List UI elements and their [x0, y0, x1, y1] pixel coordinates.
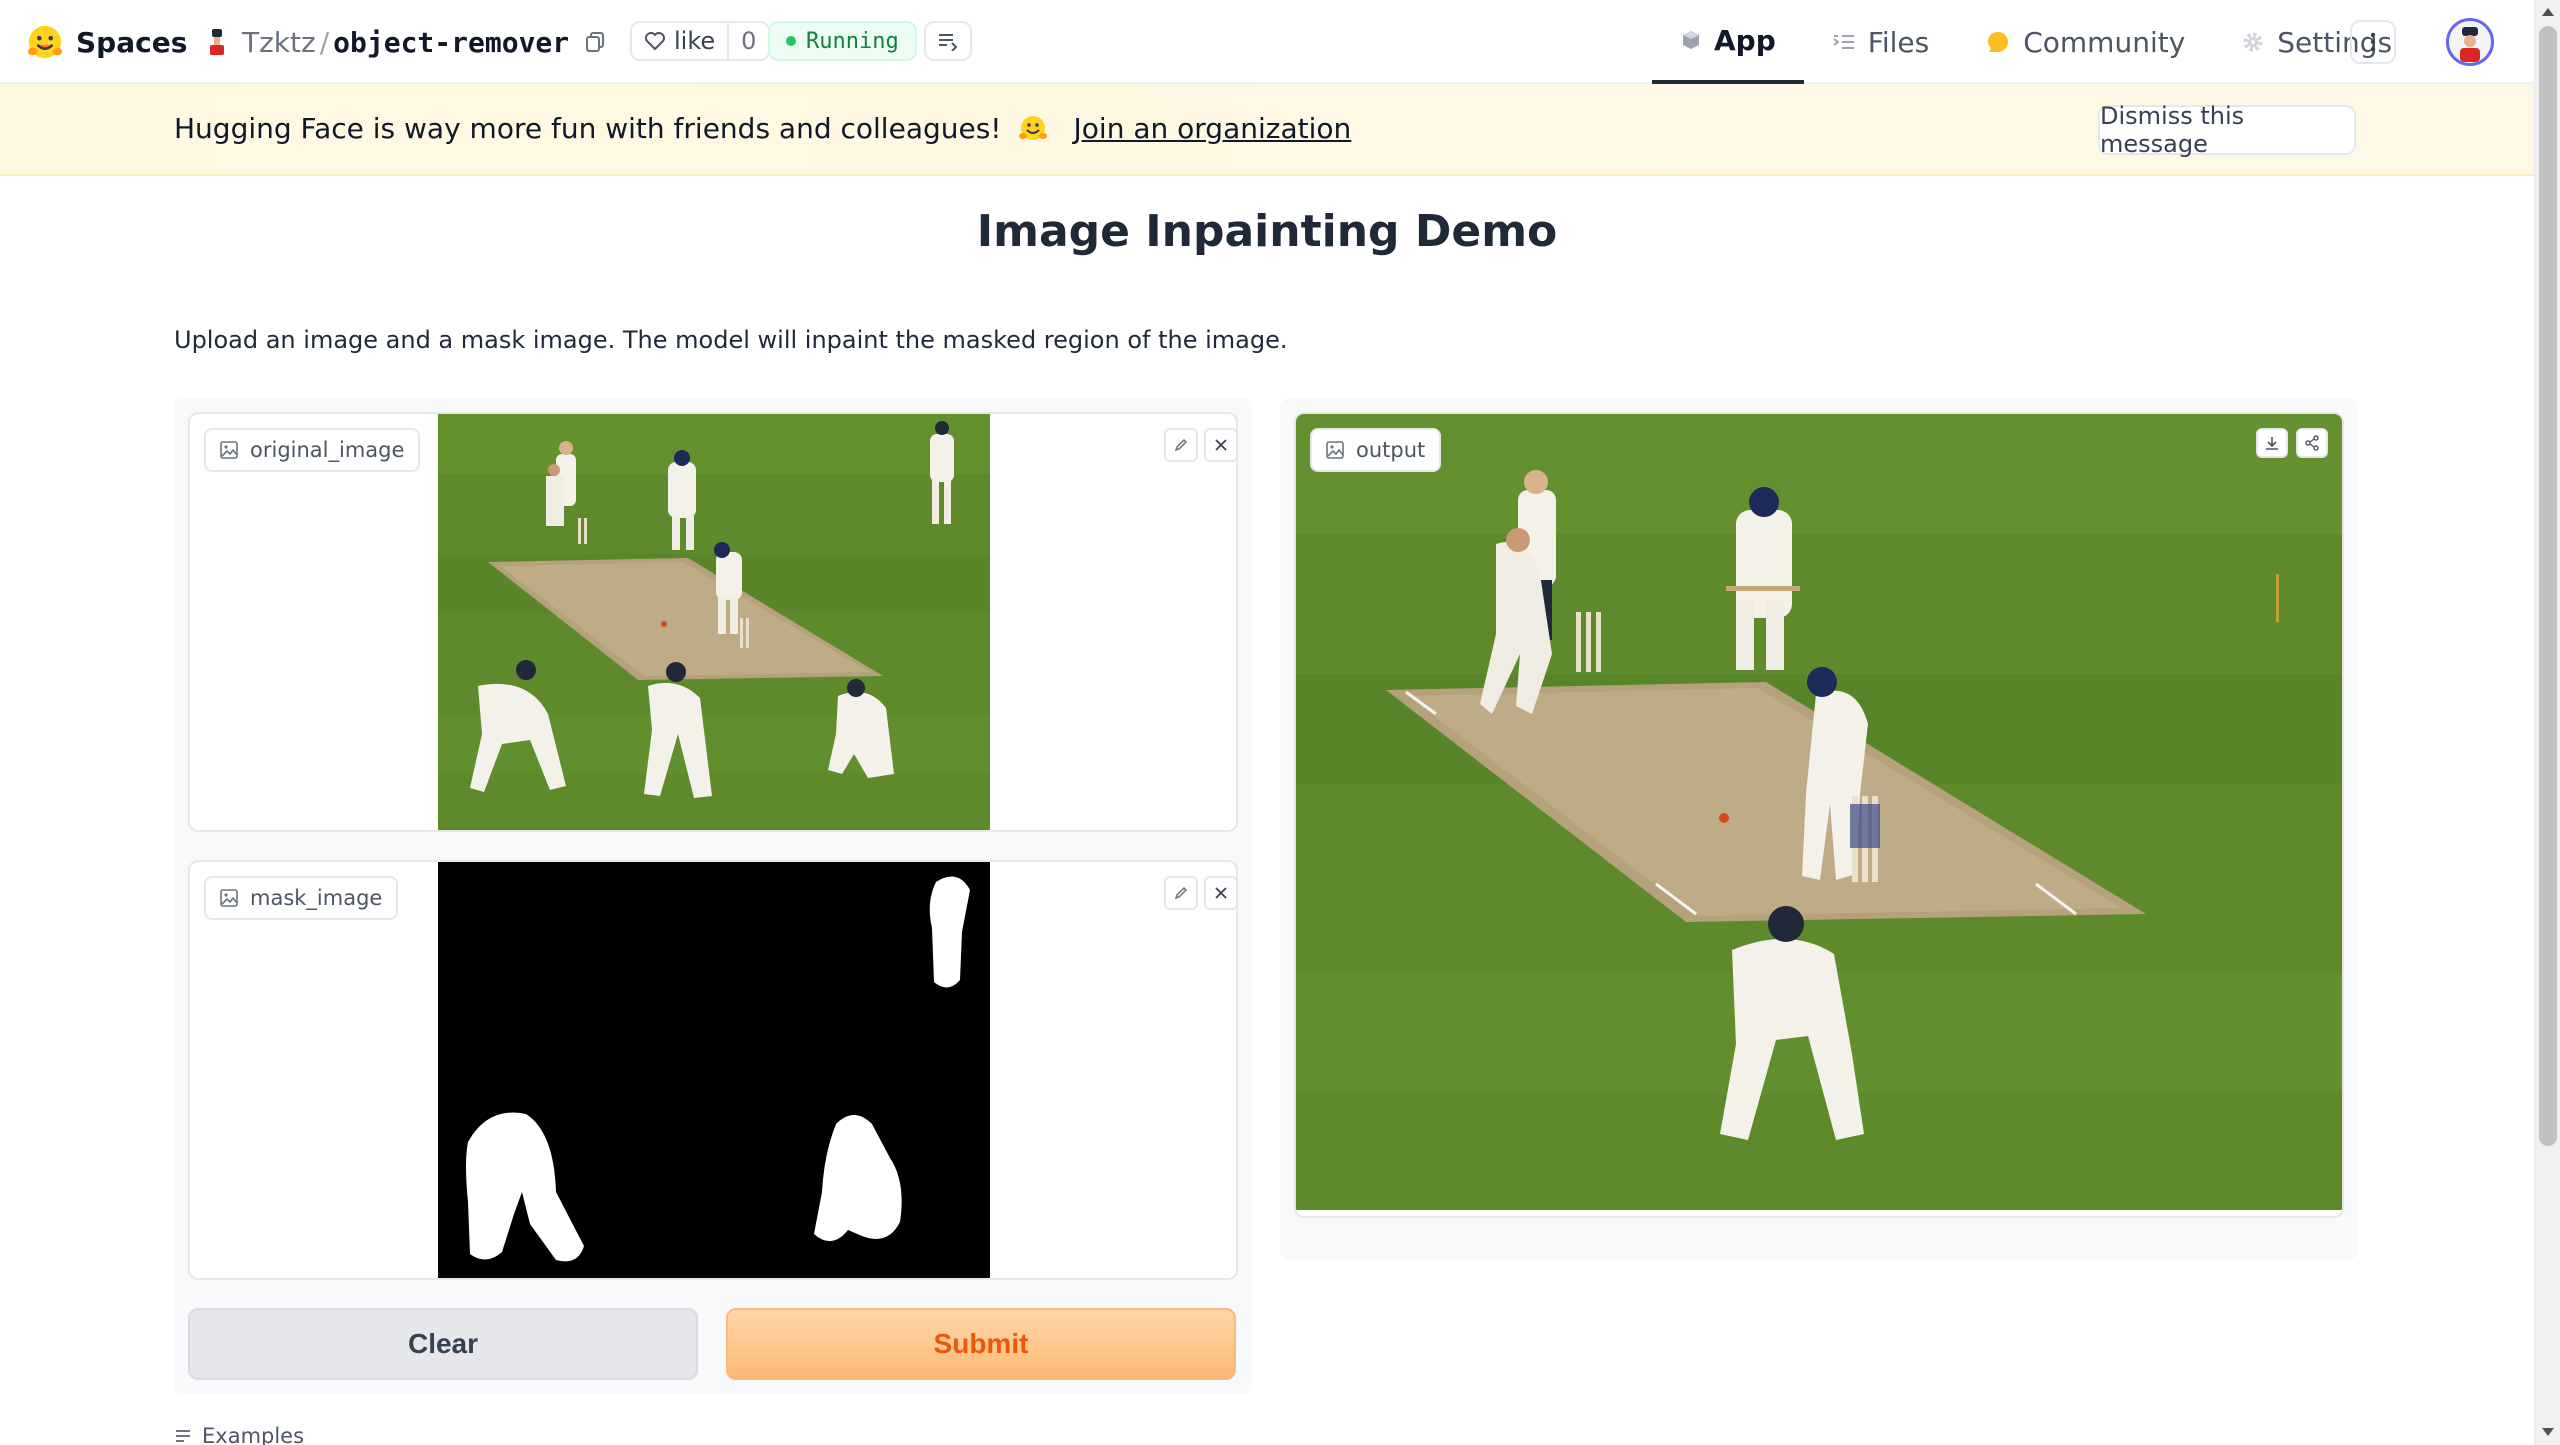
original-image-preview	[438, 414, 990, 830]
clear-button[interactable]: Clear	[188, 1308, 698, 1380]
like-count[interactable]: 0	[727, 23, 768, 59]
close-icon	[1215, 439, 1227, 451]
dismiss-banner-button[interactable]: Dismiss this message	[2098, 102, 2356, 158]
files-icon	[1833, 35, 1854, 49]
output-image[interactable]: output	[1294, 412, 2344, 1218]
submit-button[interactable]: Submit	[726, 1308, 1236, 1380]
mask-image-preview	[438, 862, 990, 1278]
more-options-button[interactable]	[2350, 20, 2396, 64]
spaces-label: Spaces	[76, 25, 188, 59]
hugging-face-logo-icon	[27, 25, 63, 59]
gear-icon	[2243, 32, 2263, 52]
image-icon	[220, 889, 238, 907]
repo-name-link[interactable]: object-remover	[333, 26, 569, 59]
tab-files[interactable]: Files	[1804, 0, 1957, 84]
banner-text: Hugging Face is way more fun with friend…	[174, 112, 1351, 145]
org-invite-banner: Hugging Face is way more fun with friend…	[0, 84, 2534, 176]
like-button[interactable]: like	[632, 23, 727, 59]
pencil-icon	[1174, 886, 1188, 900]
close-icon	[1215, 887, 1227, 899]
page-title: Image Inpainting Demo	[976, 206, 1558, 257]
image-icon	[220, 441, 238, 459]
scroll-down-arrow-icon[interactable]	[2542, 1428, 2554, 1436]
status-label: Running	[806, 28, 899, 54]
input-panel: original_image mask_image Clear Submit	[174, 398, 1252, 1394]
download-icon	[2266, 437, 2278, 450]
top-navigation: Spaces Tzktz / object-remover like 0 Run…	[0, 0, 2534, 84]
user-avatar-image	[2449, 21, 2491, 63]
logs-button[interactable]	[924, 21, 972, 61]
hugging-emoji-icon	[1018, 115, 1047, 140]
cricket-photo-inpainted	[1296, 414, 2342, 1210]
output-label: output	[1310, 428, 1442, 472]
clear-original-image-button[interactable]	[1204, 428, 1236, 462]
mask-shapes	[438, 862, 990, 1278]
mask-image-label: mask_image	[204, 876, 399, 920]
examples-label: Examples	[202, 1424, 305, 1445]
image-icon	[1326, 441, 1344, 459]
output-label-text: output	[1356, 438, 1426, 462]
status-badge[interactable]: Running	[768, 21, 917, 61]
download-output-button[interactable]	[2256, 428, 2288, 458]
scrollbar-thumb[interactable]	[2539, 26, 2557, 1146]
edit-original-image-button[interactable]	[1164, 428, 1198, 462]
vertical-dots-icon	[2370, 32, 2376, 52]
output-image-preview	[1296, 414, 2342, 1210]
mask-image-input[interactable]: mask_image	[188, 860, 1238, 1280]
repo-owner-link[interactable]: Tzktz	[242, 26, 316, 59]
tab-app[interactable]: App	[1652, 0, 1804, 84]
scroll-up-arrow-icon[interactable]	[2542, 8, 2554, 16]
output-panel: output	[1280, 398, 2358, 1260]
repo-breadcrumb: Tzktz / object-remover	[206, 22, 609, 62]
owner-avatar[interactable]	[206, 27, 228, 57]
community-icon	[1988, 32, 2009, 52]
list-icon	[176, 1430, 190, 1442]
join-organization-link[interactable]: Join an organization	[1074, 112, 1352, 145]
original-image-input[interactable]: original_image	[188, 412, 1238, 832]
examples-section[interactable]: Examples	[174, 1424, 304, 1445]
status-dot-icon	[786, 36, 796, 46]
like-label: like	[674, 27, 716, 55]
banner-message: Hugging Face is way more fun with friend…	[174, 112, 1002, 145]
page-scrollbar[interactable]	[2534, 0, 2560, 1445]
share-output-button[interactable]	[2296, 428, 2328, 458]
repo-separator: /	[319, 25, 330, 59]
page-description: Upload an image and a mask image. The mo…	[174, 326, 1288, 354]
logs-list-icon	[939, 34, 958, 51]
tab-community[interactable]: Community	[1957, 0, 2213, 84]
tab-community-label: Community	[2023, 25, 2186, 59]
user-avatar[interactable]	[2446, 18, 2494, 66]
app-cube-icon	[1683, 31, 1699, 49]
copy-icon	[586, 32, 605, 52]
edit-mask-image-button[interactable]	[1164, 876, 1198, 910]
heart-icon	[645, 32, 665, 50]
like-widget: like 0	[630, 21, 771, 61]
cricket-photo-original	[438, 414, 990, 830]
original-image-label: original_image	[204, 428, 421, 472]
mask-image-label-text: mask_image	[250, 886, 383, 910]
clear-mask-image-button[interactable]	[1204, 876, 1236, 910]
space-tabs: App Files Community Settings	[1652, 0, 2420, 84]
tab-files-label: Files	[1867, 25, 1930, 59]
tab-app-label: App	[1714, 23, 1776, 57]
pencil-icon	[1174, 438, 1188, 452]
spaces-home-link[interactable]: Spaces	[26, 22, 187, 62]
original-image-label-text: original_image	[250, 438, 405, 462]
share-icon	[2305, 435, 2319, 451]
copy-repo-name-button[interactable]	[583, 29, 609, 55]
